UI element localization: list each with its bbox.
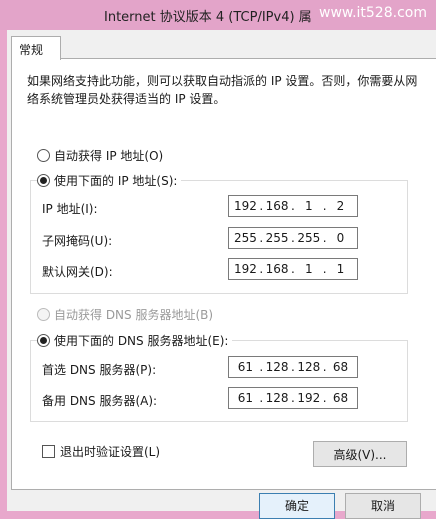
tab-general-label: 常规: [19, 43, 44, 57]
octet: 128: [297, 360, 321, 374]
radio-auto-dns-circle[interactable]: [37, 308, 50, 321]
octet: 1: [304, 262, 313, 276]
octet: 255: [265, 231, 289, 245]
octet: 61: [237, 360, 254, 374]
subnet-mask-input[interactable]: 255. 255. 255. 0: [228, 227, 358, 249]
tab-general[interactable]: 常规: [11, 36, 61, 60]
octet: 128: [265, 391, 289, 405]
radio-manual-dns-circle[interactable]: [37, 334, 50, 347]
octet: 168: [265, 199, 289, 213]
radio-manual-ip[interactable]: 使用下面的 IP 地址(S):: [37, 172, 182, 189]
cancel-button[interactable]: 取消: [345, 493, 421, 519]
subnet-mask-label: 子网掩码(U):: [42, 234, 113, 248]
octet: 1: [336, 262, 345, 276]
octet: 1: [304, 199, 313, 213]
octet: 61: [237, 391, 254, 405]
octet: 128: [265, 360, 289, 374]
radio-manual-ip-label: 使用下面的 IP 地址(S):: [54, 174, 178, 188]
default-gateway-input[interactable]: 192. 168. 1. 1: [228, 258, 358, 280]
title-bar: Internet 协议版本 4 (TCP/IPv4) 属 www.it528.c…: [0, 0, 436, 30]
radio-manual-dns[interactable]: 使用下面的 DNS 服务器地址(E):: [37, 332, 233, 349]
octet: 192: [233, 199, 257, 213]
watermark: www.it528.com: [319, 5, 427, 21]
octet: 192: [297, 391, 321, 405]
ip-address-label: IP 地址(I):: [42, 202, 98, 216]
octet: 0: [336, 231, 345, 245]
octet: 255: [233, 231, 257, 245]
validate-on-exit-checkbox[interactable]: [42, 445, 55, 458]
radio-auto-dns[interactable]: 自动获得 DNS 服务器地址(B): [37, 306, 218, 323]
octet: 68: [332, 360, 349, 374]
radio-auto-ip[interactable]: 自动获得 IP 地址(O): [37, 147, 168, 164]
ip-address-input[interactable]: 192. 168. 1. 2: [228, 195, 358, 217]
ok-button[interactable]: 确定: [259, 493, 335, 519]
octet: 68: [332, 391, 349, 405]
alternate-dns-input[interactable]: 61. 128. 192. 68: [228, 387, 358, 409]
octet: 192: [233, 262, 257, 276]
preferred-dns-input[interactable]: 61. 128. 128. 68: [228, 356, 358, 378]
radio-manual-ip-circle[interactable]: [37, 174, 50, 187]
radio-auto-ip-circle[interactable]: [37, 149, 50, 162]
radio-auto-ip-label: 自动获得 IP 地址(O): [54, 149, 164, 163]
default-gateway-label: 默认网关(D):: [42, 265, 113, 279]
advanced-button[interactable]: 高级(V)...: [313, 441, 407, 467]
octet: 2: [336, 199, 345, 213]
octet: 255: [297, 231, 321, 245]
radio-manual-dns-label: 使用下面的 DNS 服务器地址(E):: [54, 334, 229, 348]
radio-auto-dns-label: 自动获得 DNS 服务器地址(B): [54, 308, 214, 322]
dns-groupbox: [30, 340, 408, 422]
window-title: Internet 协议版本 4 (TCP/IPv4) 属: [104, 10, 312, 25]
description-text: 如果网络支持此功能，则可以获取自动指派的 IP 设置。否则，你需要从网络系统管理…: [27, 74, 418, 106]
preferred-dns-label: 首选 DNS 服务器(P):: [42, 363, 157, 377]
octet: 168: [265, 262, 289, 276]
validate-on-exit-label: 退出时验证设置(L): [60, 445, 161, 459]
validate-on-exit-row[interactable]: 退出时验证设置(L): [42, 443, 160, 460]
alternate-dns-label: 备用 DNS 服务器(A):: [42, 394, 158, 408]
